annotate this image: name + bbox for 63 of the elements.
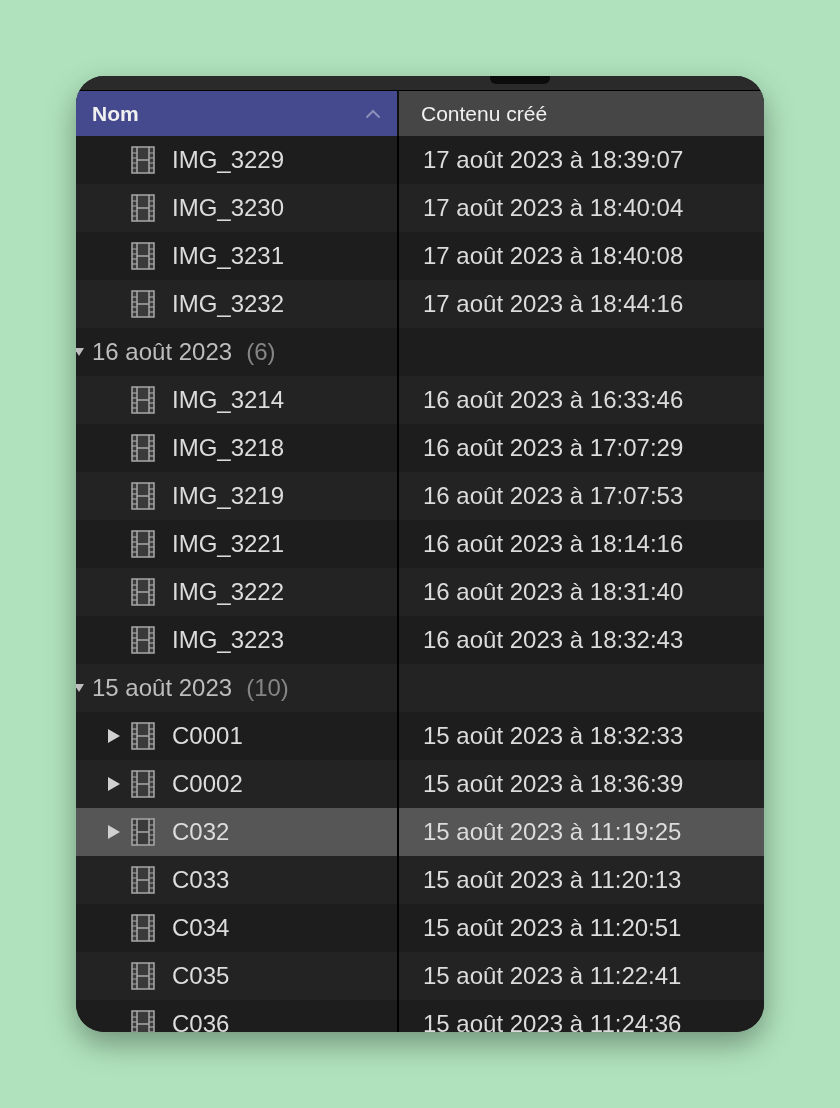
- film-strip-icon: [131, 1010, 155, 1032]
- file-name: IMG_3219: [172, 482, 285, 510]
- file-name: C036: [172, 1010, 230, 1032]
- film-strip-icon: [131, 914, 155, 942]
- disclosure-triangle-icon[interactable]: [107, 728, 121, 744]
- file-name: C0002: [172, 770, 243, 798]
- created-date: 17 août 2023 à 18:40:08: [423, 242, 684, 270]
- disclosure-triangle-icon[interactable]: [76, 683, 84, 693]
- film-strip-icon: [131, 962, 155, 990]
- disclosure-triangle-icon[interactable]: [107, 776, 121, 792]
- created-date: 15 août 2023 à 11:20:51: [423, 914, 682, 942]
- file-name: IMG_3214: [172, 386, 285, 414]
- file-name: C0001: [172, 722, 243, 750]
- film-strip-icon: [131, 386, 155, 414]
- group-label: 15 août 2023: [92, 674, 233, 702]
- created-date: 15 août 2023 à 11:19:25: [423, 818, 682, 846]
- created-date: 15 août 2023 à 18:36:39: [423, 770, 684, 798]
- film-strip-icon: [131, 290, 155, 318]
- file-name: IMG_3223: [172, 626, 285, 654]
- film-strip-icon: [131, 770, 155, 798]
- film-strip-icon: [131, 482, 155, 510]
- film-strip-icon: [131, 434, 155, 462]
- created-date: 17 août 2023 à 18:40:04: [423, 194, 684, 222]
- disclosure-triangle-icon[interactable]: [76, 347, 84, 357]
- file-name: IMG_3232: [172, 290, 285, 318]
- film-strip-icon: [131, 146, 155, 174]
- created-date: 15 août 2023 à 11:24:36: [423, 1010, 682, 1032]
- file-name: IMG_3222: [172, 578, 285, 606]
- created-date: 16 août 2023 à 17:07:53: [423, 482, 684, 510]
- created-date: 17 août 2023 à 18:44:16: [423, 290, 684, 318]
- file-name: C032: [172, 818, 230, 846]
- file-name: IMG_3221: [172, 530, 285, 558]
- group-count: (10): [246, 674, 289, 702]
- file-name: IMG_3230: [172, 194, 285, 222]
- film-strip-icon: [131, 194, 155, 222]
- created-date: 16 août 2023 à 16:33:46: [423, 386, 684, 414]
- film-strip-icon: [131, 578, 155, 606]
- column-header[interactable]: Contenu créé: [397, 91, 764, 136]
- created-date: 17 août 2023 à 18:39:07: [423, 146, 684, 174]
- film-strip-icon: [131, 626, 155, 654]
- file-name: C034: [172, 914, 230, 942]
- file-name: IMG_3218: [172, 434, 285, 462]
- created-date: 15 août 2023 à 18:32:33: [423, 722, 684, 750]
- file-name: IMG_3229: [172, 146, 285, 174]
- file-name: IMG_3231: [172, 242, 285, 270]
- file-name: C033: [172, 866, 230, 894]
- disclosure-triangle-icon[interactable]: [107, 824, 121, 840]
- selected-row[interactable]: C032 15 août 2023 à 11:19:25: [76, 808, 764, 856]
- film-strip-icon: [131, 722, 155, 750]
- film-strip-icon: [131, 242, 155, 270]
- film-strip-icon: [131, 866, 155, 894]
- film-strip-icon: [131, 818, 155, 846]
- film-strip-icon: [131, 530, 155, 558]
- created-date: 15 août 2023 à 11:20:13: [423, 866, 682, 894]
- group-label: 16 août 2023: [92, 338, 233, 366]
- created-date: 16 août 2023 à 18:31:40: [423, 578, 684, 606]
- file-name: C035: [172, 962, 230, 990]
- column-header[interactable]: Nom: [76, 91, 397, 136]
- created-date: 15 août 2023 à 11:22:41: [423, 962, 682, 990]
- group-count: (6): [246, 338, 276, 366]
- created-date: 16 août 2023 à 18:14:16: [423, 530, 684, 558]
- created-date: 16 août 2023 à 17:07:29: [423, 434, 684, 462]
- created-date: 16 août 2023 à 18:32:43: [423, 626, 684, 654]
